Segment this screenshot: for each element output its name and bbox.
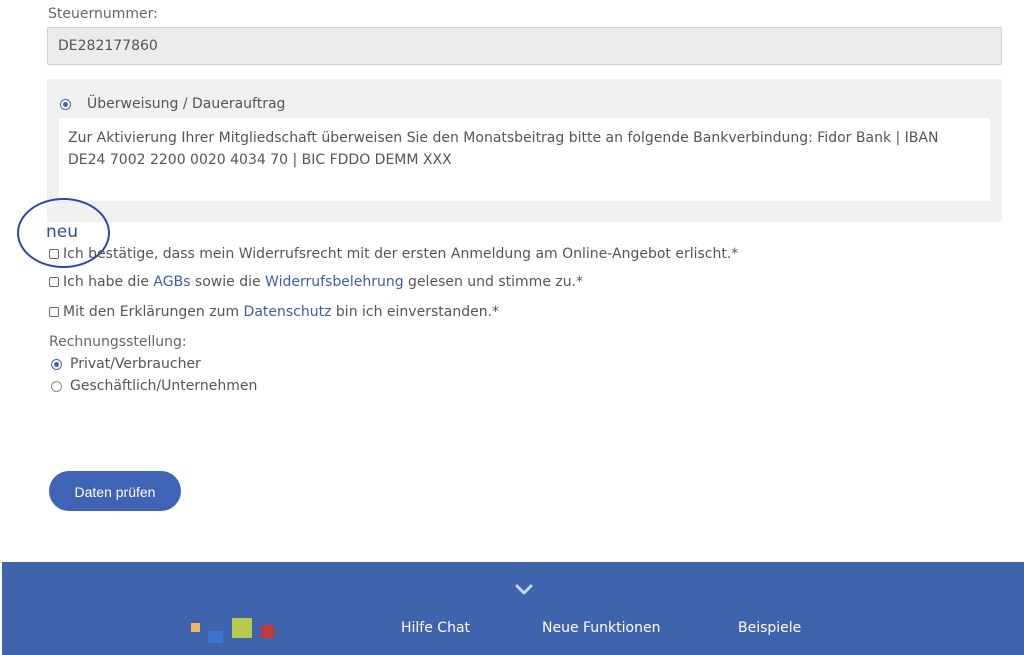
billing-label: Rechnungsstellung: <box>49 334 187 350</box>
footer-link-help-chat[interactable]: Hilfe Chat <box>401 620 470 636</box>
footer <box>2 562 1024 655</box>
agb-link[interactable]: AGBs <box>153 274 190 290</box>
private-label: Privat/Verbraucher <box>70 356 201 372</box>
chevron-down-icon[interactable] <box>515 584 533 596</box>
transfer-radio[interactable] <box>60 98 71 110</box>
withdrawal-consent-row[interactable]: Ich bestätige, dass mein Widerrufsrecht … <box>49 246 738 262</box>
private-radio[interactable] <box>51 358 62 370</box>
terms-suffix: gelesen und stimme zu.* <box>403 274 584 290</box>
footer-link-examples[interactable]: Beispiele <box>738 620 801 636</box>
payment-option-transfer[interactable]: Überweisung / Dauerauftrag <box>60 95 285 113</box>
privacy-checkbox[interactable] <box>49 307 59 317</box>
terms-consent-row[interactable]: Ich habe die AGBs sowie die Widerrufsbel… <box>49 274 583 290</box>
business-radio[interactable] <box>51 380 62 392</box>
check-data-button[interactable]: Daten prüfen <box>49 471 181 511</box>
colored-squares-logo[interactable] <box>189 617 275 645</box>
annotation-neu-text: neu <box>46 222 79 242</box>
billing-option-business[interactable]: Geschäftlich/Unternehmen <box>51 378 257 394</box>
tax-number-field: DE282177860 <box>47 27 1002 65</box>
privacy-prefix: Mit den Erklärungen zum <box>63 304 244 320</box>
privacy-suffix: bin ich einverstanden.* <box>331 304 500 320</box>
withdrawal-checkbox[interactable] <box>49 249 59 259</box>
footer-link-new-features[interactable]: Neue Funktionen <box>542 620 660 636</box>
withdrawal-consent-text: Ich bestätige, dass mein Widerrufsrecht … <box>63 246 739 262</box>
widerruf-link[interactable]: Widerrufsbelehrung <box>265 274 404 290</box>
transfer-label: Überweisung / Dauerauftrag <box>87 96 286 112</box>
terms-middle: sowie die <box>190 274 266 290</box>
business-label: Geschäftlich/Unternehmen <box>70 378 258 394</box>
bank-details-text: Zur Aktivierung Ihrer Mitgliedschaft übe… <box>59 118 990 201</box>
terms-checkbox[interactable] <box>49 277 59 287</box>
privacy-consent-row[interactable]: Mit den Erklärungen zum Datenschutz bin … <box>49 304 499 320</box>
tax-number-label: Steuernummer: <box>48 6 158 22</box>
terms-prefix: Ich habe die <box>63 274 154 290</box>
billing-option-private[interactable]: Privat/Verbraucher <box>51 356 201 372</box>
datenschutz-link[interactable]: Datenschutz <box>244 304 332 320</box>
